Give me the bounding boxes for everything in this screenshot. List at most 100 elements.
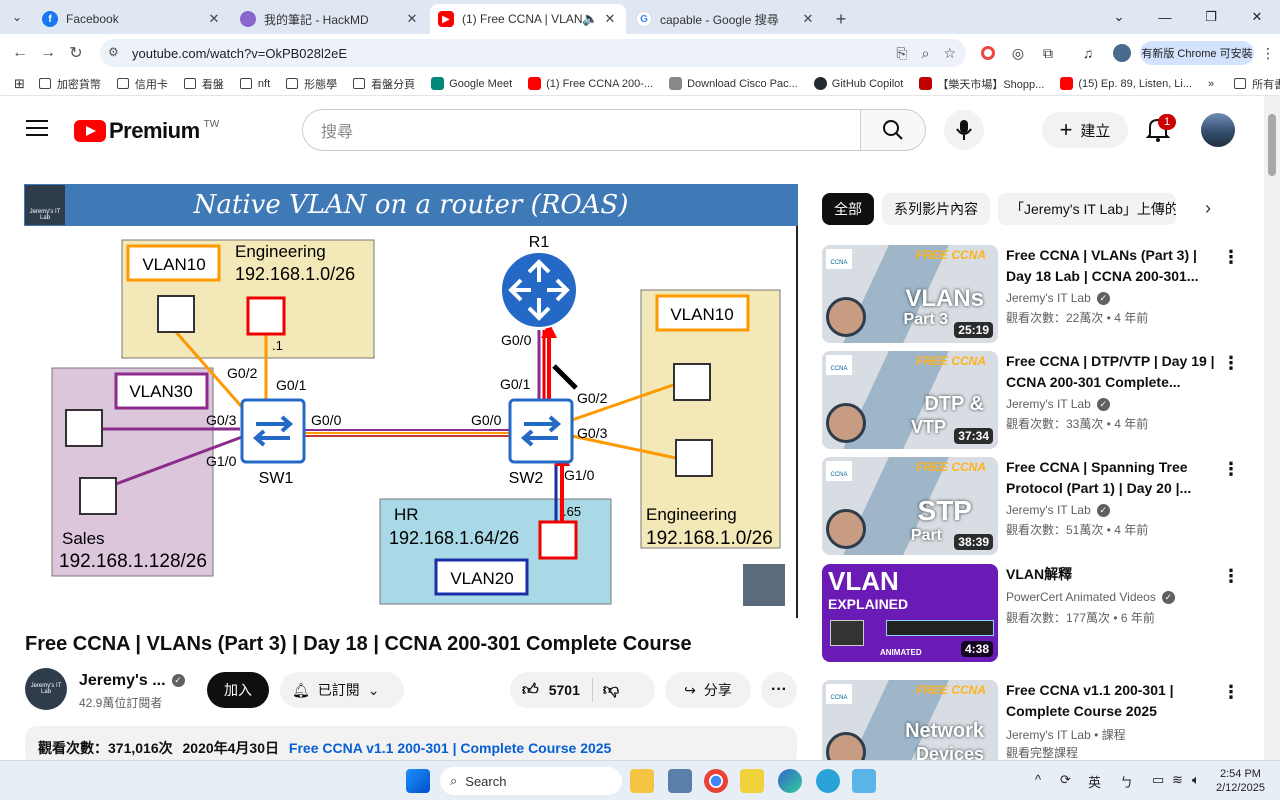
playlist-channel[interactable]: Jeremy's IT Lab • 課程: [1006, 728, 1126, 742]
show-hidden-icons[interactable]: ^: [1035, 772, 1041, 787]
tab-hackmd[interactable]: 我的筆記 - HackMD ✕: [232, 4, 428, 34]
recommendation-item[interactable]: VLAN EXPLAINED ANIMATED 4:38 VLAN解釋 Powe…: [822, 564, 1242, 662]
bookmark-rakuten[interactable]: 【樂天市場】Shopp...: [919, 76, 1044, 92]
close-tab-icon[interactable]: ✕: [602, 11, 618, 27]
minimize-button[interactable]: —: [1142, 0, 1188, 34]
tab-facebook[interactable]: f Facebook ✕: [34, 4, 230, 34]
site-info-icon[interactable]: ⚙: [108, 45, 124, 61]
recommendation-channel[interactable]: PowerCert Animated Videos: [1006, 590, 1156, 604]
chip-channel-uploads[interactable]: 「Jeremy's IT Lab」上傳的: [998, 193, 1176, 225]
more-options-icon[interactable]: ⋮: [1222, 682, 1240, 703]
chrome-menu-icon[interactable]: ⋮: [1256, 39, 1280, 67]
edge-icon[interactable]: [778, 769, 802, 793]
video-thumbnail[interactable]: CCNA FREE CCNA VLANs Part 3 25:19: [822, 245, 998, 343]
youtube-logo[interactable]: Premium TW: [74, 118, 219, 144]
tab-google[interactable]: G capable - Google 搜尋 ✕: [628, 4, 824, 34]
bookmark-folder[interactable]: nft: [239, 78, 270, 90]
speaker-icon[interactable]: 🔈: [582, 11, 598, 27]
channel-avatar[interactable]: Jeremy's IT Lab: [25, 668, 67, 710]
create-button[interactable]: + 建立: [1042, 112, 1128, 148]
recommendation-item[interactable]: CCNA FREE CCNA DTP & VTP 37:34 Free CCNA…: [822, 351, 1242, 449]
more-actions-button[interactable]: ···: [761, 672, 797, 708]
url-bar[interactable]: ⚙ youtube.com/watch?v=OkPB028l2eE ⎘ ⌕ ☆: [100, 39, 966, 67]
recommendation-title[interactable]: Free CCNA | Spanning Tree Protocol (Part…: [1006, 457, 1218, 499]
more-options-icon[interactable]: ⋮: [1222, 353, 1240, 374]
search-input[interactable]: 搜尋: [302, 109, 862, 151]
volume-icon[interactable]: 🔈︎: [1192, 772, 1200, 788]
tab-youtube[interactable]: ▶ (1) Free CCNA | VLANs (Part 🔈 ✕: [430, 4, 626, 34]
close-window-button[interactable]: ✕: [1234, 0, 1280, 34]
video-thumbnail[interactable]: CCNA FREE CCNA DTP & VTP 37:34: [822, 351, 998, 449]
back-icon[interactable]: ←: [6, 39, 34, 67]
sticky-app-icon[interactable]: [740, 769, 764, 793]
bookmark-google-meet[interactable]: Google Meet: [431, 77, 512, 90]
reload-icon[interactable]: ↻: [62, 39, 90, 67]
subscribed-button[interactable]: 🔔︎ 已訂閱 ⌄: [280, 672, 404, 708]
hamburger-menu-icon[interactable]: [26, 120, 48, 141]
bookmark-folder[interactable]: 信用卡: [116, 76, 168, 92]
taskbar-search[interactable]: ⌕ Search: [440, 767, 622, 795]
close-tab-icon[interactable]: ✕: [206, 11, 222, 27]
ime-mode-icon[interactable]: ㄅ: [1120, 772, 1133, 791]
recommendation-item[interactable]: CCNA FREE CCNA STP Part 38:39 Free CCNA …: [822, 457, 1242, 555]
video-player[interactable]: Native VLAN on a router (ROAS) Jeremy's …: [24, 184, 798, 618]
playlist-title[interactable]: Free CCNA v1.1 200-301 | Complete Course…: [1006, 680, 1218, 722]
zoom-icon[interactable]: ⌕: [922, 45, 930, 62]
more-options-icon[interactable]: ⋮: [1222, 566, 1240, 587]
file-explorer-icon[interactable]: [630, 769, 654, 793]
share-button[interactable]: ↪ 分享: [665, 672, 751, 708]
install-app-icon[interactable]: ⎘: [896, 45, 907, 62]
recommendation-title[interactable]: Free CCNA | DTP/VTP | Day 19 | CCNA 200-…: [1006, 351, 1218, 393]
recommendation-item[interactable]: CCNA FREE CCNA VLANs Part 3 25:19 Free C…: [822, 245, 1242, 343]
join-button[interactable]: 加入: [207, 672, 269, 708]
view-full-playlist-link[interactable]: 觀看完整課程: [1006, 744, 1078, 760]
playlist-thumbnail[interactable]: CCNA FREE CCNA Network Devices: [822, 680, 998, 760]
recommendation-channel[interactable]: Jeremy's IT Lab: [1006, 503, 1091, 517]
scrollbar-thumb[interactable]: [1268, 114, 1276, 176]
account-avatar[interactable]: [1201, 113, 1235, 147]
bookmark-youtube[interactable]: (1) Free CCNA 200-...: [528, 77, 653, 90]
chip-series[interactable]: 系列影片內容: [882, 193, 990, 225]
forward-icon[interactable]: →: [34, 39, 62, 67]
lens-extension-icon[interactable]: ◎: [1006, 39, 1030, 67]
video-thumbnail[interactable]: CCNA FREE CCNA STP Part 38:39: [822, 457, 998, 555]
new-tab-button[interactable]: +: [826, 4, 856, 34]
recommendation-channel[interactable]: Jeremy's IT Lab: [1006, 291, 1091, 305]
restore-button[interactable]: ❐: [1188, 0, 1234, 34]
voice-search-button[interactable]: [944, 110, 984, 150]
recommendation-title[interactable]: Free CCNA | VLANs (Part 3) | Day 18 Lab …: [1006, 245, 1218, 287]
extension-icon[interactable]: [976, 39, 1000, 67]
video-thumbnail[interactable]: VLAN EXPLAINED ANIMATED 4:38: [822, 564, 998, 662]
bookmark-folder[interactable]: 看盤分頁: [353, 76, 415, 92]
like-count[interactable]: 5701: [549, 682, 580, 698]
input-method-indicator[interactable]: 英: [1088, 772, 1101, 791]
extensions-puzzle-icon[interactable]: ⧉: [1036, 39, 1060, 67]
bookmark-folder[interactable]: 看盤: [183, 76, 224, 92]
more-options-icon[interactable]: ⋮: [1222, 247, 1240, 268]
notepad-icon[interactable]: [852, 769, 876, 793]
playlist-link[interactable]: Free CCNA v1.1 200-301 | Complete Course…: [289, 740, 611, 756]
tab-search-icon[interactable]: ⌄: [0, 0, 34, 34]
playlist-item[interactable]: CCNA FREE CCNA Network Devices Free CCNA…: [822, 680, 1242, 760]
channel-name[interactable]: Jeremy's ...: [79, 672, 166, 689]
chevron-right-icon[interactable]: ›: [1205, 198, 1211, 219]
bookmark-youtube-ep[interactable]: (15) Ep. 89, Listen, Li...: [1060, 77, 1192, 90]
app-icon[interactable]: [668, 769, 692, 793]
telegram-icon[interactable]: [816, 769, 840, 793]
channel-name-container[interactable]: Jeremy's ... ✓: [79, 672, 185, 690]
bookmark-cisco[interactable]: Download Cisco Pac...: [669, 77, 798, 90]
chip-all[interactable]: 全部: [822, 193, 874, 225]
search-button[interactable]: [860, 109, 926, 151]
network-icon[interactable]: ▭: [1152, 772, 1164, 788]
chrome-icon[interactable]: [704, 769, 728, 793]
apps-grid-icon[interactable]: ⊞: [14, 76, 25, 92]
thumbs-down-icon[interactable]: 👎︎: [603, 681, 619, 700]
page-scrollbar[interactable]: [1264, 96, 1280, 760]
update-chrome-button[interactable]: 有新版 Chrome 可安裝: [1140, 41, 1254, 65]
bookmark-folder[interactable]: 加密貨幣: [38, 76, 101, 92]
sync-icon[interactable]: ⟳: [1060, 772, 1071, 788]
recommendation-title[interactable]: VLAN解釋: [1006, 564, 1218, 585]
close-tab-icon[interactable]: ✕: [404, 11, 420, 27]
system-clock[interactable]: 2:54 PM 2/12/2025: [1216, 767, 1265, 795]
close-tab-icon[interactable]: ✕: [800, 11, 816, 27]
